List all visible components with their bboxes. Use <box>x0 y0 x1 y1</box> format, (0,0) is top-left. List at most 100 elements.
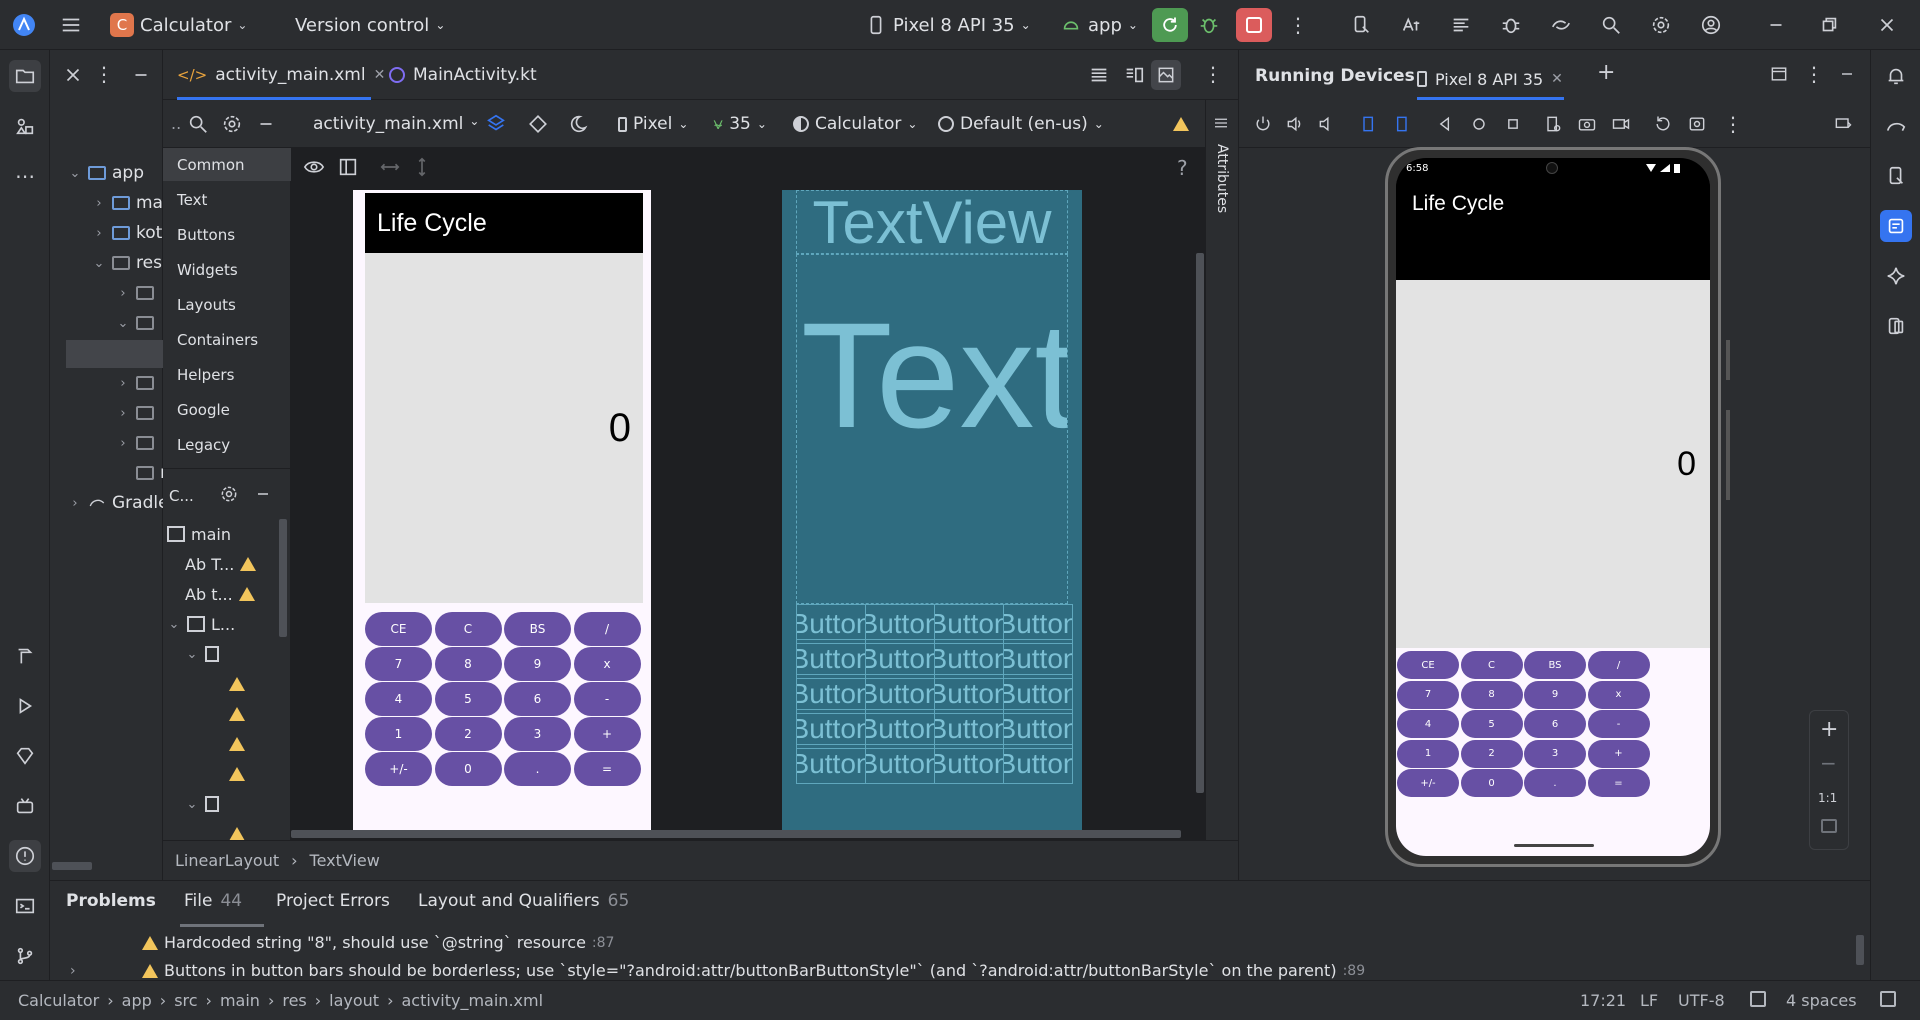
component-row-layout[interactable]: ⌄ <box>185 639 219 669</box>
component-button[interactable] <box>229 699 245 729</box>
screen-record-icon[interactable] <box>1611 114 1631 134</box>
palette-search-icon[interactable] <box>187 113 209 135</box>
warning-icon[interactable] <box>1173 116 1189 135</box>
screenshot-icon[interactable] <box>1577 114 1597 134</box>
calculator-button[interactable]: . <box>1524 769 1586 798</box>
component-scrollbar[interactable] <box>279 519 287 637</box>
component-row-layout[interactable]: ⌄ <box>185 789 219 819</box>
device-mirroring-icon[interactable] <box>1880 310 1912 342</box>
calculator-button[interactable]: = <box>1587 769 1650 798</box>
close-tab-icon[interactable]: ✕ <box>1551 71 1563 87</box>
calculator-button[interactable]: Button <box>934 639 1004 679</box>
problems-scrollbar[interactable] <box>1856 935 1864 965</box>
bug-report-icon[interactable] <box>1500 8 1522 42</box>
palette-category[interactable]: Widgets <box>177 261 238 279</box>
calculator-button[interactable]: BS <box>1524 651 1586 679</box>
device-app-title[interactable]: Life Cycle <box>1396 180 1710 280</box>
overview-icon[interactable] <box>1503 114 1523 134</box>
locale-selector[interactable]: Default (en-us) ⌄ <box>938 114 1104 134</box>
calculator-button[interactable]: / <box>573 612 641 646</box>
calculator-button[interactable]: + <box>1587 739 1650 768</box>
problems-title[interactable]: Problems <box>66 891 156 911</box>
tab-layout-qualifiers[interactable]: Layout and Qualifiers 65 <box>418 891 629 911</box>
close-tab-icon[interactable]: ✕ <box>374 67 386 83</box>
back-icon[interactable] <box>1435 114 1455 134</box>
tree-item-res-sub[interactable]: › <box>116 278 154 308</box>
calculator-button[interactable]: 4 <box>365 682 432 716</box>
help-icon[interactable]: ? <box>1177 156 1188 180</box>
calculator-button[interactable]: 2 <box>434 717 502 751</box>
calculator-button[interactable]: Button <box>796 674 866 714</box>
indent-setting[interactable]: 4 spaces <box>1786 991 1857 1010</box>
calculator-button[interactable]: Button <box>796 604 866 644</box>
device-screen[interactable]: 6:58 Life Cycle 0 CE C BS/7 8 9 x 4 5 6-1 2 3 + +/- 0… <box>1396 158 1710 856</box>
project-selector[interactable]: C Calculator ⌄ <box>110 8 247 42</box>
tree-item-res-sub[interactable]: › <box>116 398 154 428</box>
calculator-button[interactable]: Button <box>934 604 1004 644</box>
tree-item-gradle[interactable]: › Gradle <box>68 488 168 518</box>
design-surface-icon[interactable] <box>485 113 507 135</box>
calculator-button[interactable]: +/- <box>365 752 432 786</box>
calculator-button[interactable]: Button <box>1003 674 1073 714</box>
component-linearlayout[interactable]: ⌄ L... <box>167 609 236 639</box>
problem-row[interactable]: Hardcoded string "8", should use `@strin… <box>142 933 614 952</box>
close-window-icon[interactable] <box>1876 8 1898 42</box>
lock-icon[interactable] <box>1880 991 1896 1007</box>
calculator-button[interactable]: x <box>1587 680 1650 709</box>
calculator-button[interactable]: 7 <box>1397 680 1459 709</box>
path-segment[interactable]: src <box>174 991 197 1010</box>
volume-up-icon[interactable] <box>1285 114 1305 134</box>
tree-item-kotlin[interactable]: › kot <box>92 218 162 248</box>
horizontal-scrollbar[interactable] <box>52 862 92 870</box>
display-textview[interactable]: 0 <box>365 253 643 603</box>
calculator-button[interactable]: = <box>573 752 641 786</box>
calculator-button[interactable]: Button <box>934 674 1004 714</box>
palette-minimize-icon[interactable] <box>255 113 277 135</box>
tab-mainactivity-kt[interactable]: MainActivity.kt <box>389 50 537 100</box>
minimize-icon[interactable] <box>1765 8 1787 42</box>
add-device-icon[interactable]: + <box>1597 60 1615 85</box>
calculator-button[interactable]: 6 <box>504 682 571 716</box>
window-layout-icon[interactable] <box>1769 64 1789 84</box>
component-button[interactable] <box>229 729 245 759</box>
home-icon[interactable] <box>1469 114 1489 134</box>
main-menu-icon[interactable] <box>60 8 82 42</box>
tab-options-icon[interactable]: ⋮ <box>1203 62 1223 86</box>
breadcrumb-item[interactable]: LinearLayout <box>175 851 279 870</box>
path-segment[interactable]: main <box>220 991 260 1010</box>
tab-project-errors[interactable]: Project Errors <box>276 891 390 911</box>
palette-settings-icon[interactable] <box>221 113 243 135</box>
canvas-vertical-scrollbar[interactable] <box>1196 253 1204 793</box>
component-button[interactable] <box>229 819 245 840</box>
calculator-button[interactable]: - <box>1587 710 1650 739</box>
calculator-button[interactable]: CE <box>1397 651 1459 679</box>
blueprint-toggle-icon[interactable] <box>337 156 359 178</box>
component-textview[interactable]: Ab T... <box>185 549 257 579</box>
code-view-icon[interactable] <box>1088 64 1110 86</box>
palette-category[interactable]: Text <box>177 191 207 209</box>
line-separator[interactable]: LF <box>1640 991 1658 1010</box>
tree-item-res-sub[interactable]: › <box>116 368 154 398</box>
restore-window-icon[interactable] <box>1818 8 1840 42</box>
calculator-button[interactable]: C <box>434 612 502 646</box>
run-icon[interactable] <box>9 690 41 722</box>
tab-activity-main-xml[interactable]: </> activity_main.xml ✕ <box>177 50 385 100</box>
run-config-selector[interactable]: app ⌄ <box>1060 8 1138 42</box>
power-icon[interactable] <box>1253 114 1273 134</box>
blueprint-preview[interactable]: TextView TextV ButtonButtonButtonButtonB… <box>782 190 1082 835</box>
translate-icon[interactable] <box>1400 8 1422 42</box>
file-encoding[interactable]: UTF-8 <box>1678 991 1725 1010</box>
tree-item-res-sub[interactable]: › <box>116 428 154 458</box>
expand-icon[interactable]: › <box>70 963 76 979</box>
device-display[interactable]: 0 <box>1396 280 1710 648</box>
cursor-position[interactable]: 17:21 <box>1580 991 1626 1010</box>
gem-icon[interactable] <box>9 740 41 772</box>
component-settings-icon[interactable] <box>219 484 239 504</box>
canvas-horizontal-scrollbar[interactable] <box>291 830 1181 838</box>
calculator-button[interactable]: 4 <box>1397 710 1459 739</box>
palette-category[interactable]: Common <box>177 156 245 174</box>
calculator-button[interactable]: +/- <box>1397 769 1459 798</box>
design-preview[interactable]: Life Cycle 0 CE C BS/7 8 9 x 4 5 6-1 2 3 + +/- 0. = <box>353 190 651 830</box>
attributes-icon[interactable] <box>1212 114 1230 132</box>
calculator-button[interactable]: BS <box>504 612 571 646</box>
